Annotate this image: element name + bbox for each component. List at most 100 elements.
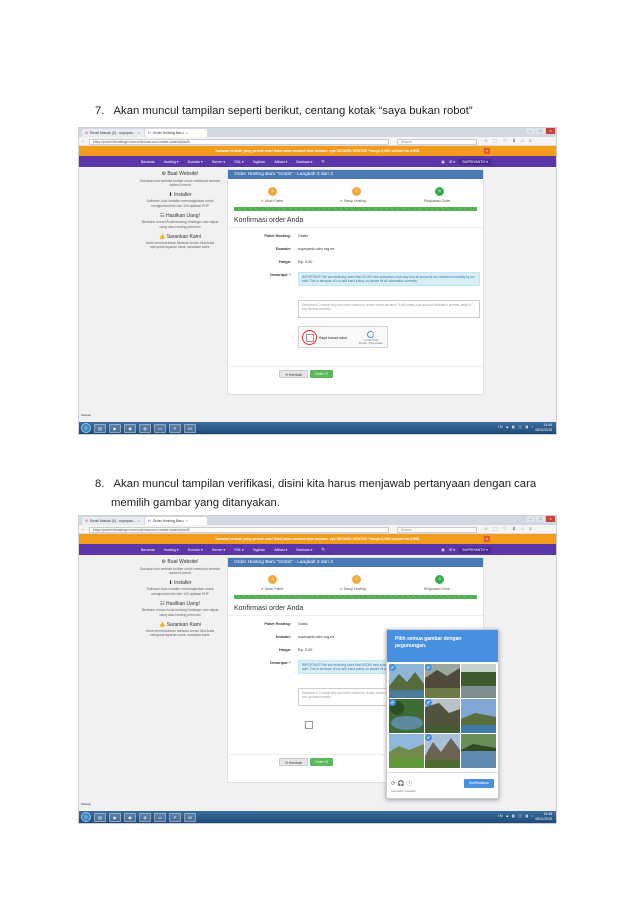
word-icon[interactable]: W	[184, 423, 196, 433]
sidebar-block-earn[interactable]: ☷ Hasilkan Uang! Berikahu teman Anda tent…	[139, 601, 221, 617]
sidebar-block-installer[interactable]: ⬇ Installer Software Auto Installer memun…	[139, 580, 221, 596]
recaptcha-terms[interactable]: Privasi - Persyaratan	[359, 342, 383, 345]
challenge-tile-3[interactable]	[461, 664, 496, 698]
nav-item-bantuan[interactable]: Bantuan ▾	[296, 160, 312, 164]
browser-tab-email[interactable]: ✉ Email Masuk (0) - supriyan... ×	[82, 129, 144, 137]
report-problem-link[interactable]: Laporkan masalah	[391, 789, 416, 793]
account-menu[interactable]: SUPRIYANTO ▾	[459, 546, 491, 553]
maximize-button[interactable]: □	[536, 516, 545, 522]
challenge-tile-4[interactable]: ✔	[389, 699, 424, 733]
challenge-tile-1[interactable]: ✔	[389, 664, 424, 698]
sidebar-block-earn[interactable]: ☷ Hasilkan Uang! Berikahu teman Anda tent…	[139, 213, 221, 229]
close-icon[interactable]: ×	[138, 131, 140, 135]
back-button[interactable]: ⟲ Kembali	[279, 370, 308, 378]
reload-icon[interactable]: ⟳	[391, 781, 398, 787]
back-arrow-icon[interactable]: ←	[81, 138, 86, 144]
close-icon[interactable]: ×	[186, 519, 188, 523]
toolbar-icons[interactable]: ☆ ⬚ ♡ ⬇ ⌂ ≡	[484, 526, 534, 532]
description-textarea[interactable]: Describe in 2 words why you have chosen …	[298, 300, 480, 318]
powerpoint-icon[interactable]: P	[169, 423, 181, 433]
sidebar-block-recommend[interactable]: 👍 Sarankan Kami Kami membutuhkan bantuan …	[139, 622, 221, 638]
folder-icon[interactable]: ▭	[154, 812, 166, 822]
close-window-button[interactable]: ×	[546, 128, 555, 134]
chrome-icon[interactable]: ◉	[124, 423, 136, 433]
action-buttons: ⟲ Kembali Order ⊡	[279, 758, 334, 766]
recaptcha-checkbox[interactable]	[305, 721, 313, 729]
back-button[interactable]: ⟲ Kembali	[279, 758, 308, 766]
field-value: Rp. 0,00	[298, 260, 313, 264]
clock-date: 08/11/2015	[535, 427, 552, 432]
sidebar-block-installer[interactable]: ⬇ Installer Software Auto Installer memun…	[139, 192, 221, 208]
nav-item-tagihan[interactable]: Tagihan	[253, 548, 266, 552]
browser-urlbar: ← https://panel.idhostinger.com/order/ac…	[79, 137, 556, 146]
nav-item-ssl[interactable]: SSL ▾	[234, 160, 243, 164]
nav-item-domain[interactable]: Domain ▾	[188, 160, 203, 164]
nav-item-server[interactable]: Server ▾	[212, 548, 225, 552]
browser-tab-order[interactable]: H Order Hosting Baru ×	[145, 129, 207, 137]
folder-icon[interactable]: ▭	[154, 423, 166, 433]
nav-item-beranda[interactable]: Beranda	[141, 160, 155, 164]
nav-item-beranda[interactable]: Beranda	[141, 548, 155, 552]
close-window-button[interactable]: ×	[546, 516, 555, 522]
explorer-icon[interactable]: ▤	[94, 812, 106, 822]
nav-item-hosting[interactable]: Hosting ▾	[164, 548, 179, 552]
start-orb-icon[interactable]	[81, 812, 91, 822]
sidebar-title: ☷ Hasilkan Uang!	[160, 600, 200, 607]
step-label-2: ✔ Setup Hosting	[340, 587, 366, 591]
cart-icon[interactable]: ▣	[441, 548, 444, 552]
search-icon[interactable]: 🔍	[322, 548, 326, 552]
challenge-tile-6[interactable]	[461, 699, 496, 733]
order-button[interactable]: Order ⊡	[310, 370, 334, 378]
sidebar-text: Kami membutuhkan bantuan Anda! Jika Anda…	[145, 241, 215, 250]
sidebar-block-website[interactable]: ⚙ Buat Website! Gunakan tool website buil…	[139, 559, 221, 575]
challenge-tile-9[interactable]	[461, 734, 496, 768]
chrome-icon[interactable]: ◉	[124, 812, 136, 822]
challenge-tile-7[interactable]	[389, 734, 424, 768]
nav-item-server[interactable]: Server ▾	[212, 160, 225, 164]
minimize-button[interactable]: –	[526, 516, 535, 522]
search-icon[interactable]: 🔍	[322, 160, 326, 164]
nav-item-ssl[interactable]: SSL ▾	[234, 548, 243, 552]
maximize-button[interactable]: □	[536, 128, 545, 134]
nav-item-hosting[interactable]: Hosting ▾	[164, 160, 179, 164]
nav-item-bantuan[interactable]: Bantuan ▾	[296, 548, 312, 552]
cart-icon[interactable]: ▣	[441, 160, 444, 164]
search-input[interactable]: Search	[397, 138, 477, 145]
address-input[interactable]: https://panel.idhostinger.com/order/acco…	[89, 138, 389, 145]
close-icon[interactable]: ×	[484, 536, 490, 542]
explorer-icon[interactable]: ▤	[94, 423, 106, 433]
nav-item-afiliasi[interactable]: Afiliasi ▾	[274, 548, 287, 552]
close-icon[interactable]: ×	[484, 148, 490, 154]
media-icon[interactable]: ▶	[109, 423, 121, 433]
language-select[interactable]: ID ▾	[449, 548, 455, 552]
account-menu[interactable]: SUPRIYANTO ▾	[459, 158, 491, 165]
info-icon[interactable]: ⓘ	[406, 781, 414, 787]
language-select[interactable]: ID ▾	[449, 160, 455, 164]
media-icon[interactable]: ▶	[109, 812, 121, 822]
browser-tab-email[interactable]: ✉ Email Masuk (0) - supriyan... ×	[82, 517, 144, 525]
close-icon[interactable]: ×	[138, 519, 140, 523]
sidebar-block-recommend[interactable]: 👍 Sarankan Kami Kami membutuhkan bantuan …	[139, 234, 221, 250]
verify-button[interactable]: Verifikasikan	[464, 779, 494, 788]
order-button[interactable]: Order ⊡	[310, 758, 334, 766]
browser-tab-order[interactable]: H Order Hosting Baru ×	[145, 517, 207, 525]
minimize-button[interactable]: –	[526, 128, 535, 134]
challenge-tile-5[interactable]: ✔	[425, 699, 460, 733]
window-controls: – □ ×	[526, 128, 555, 134]
nav-item-afiliasi[interactable]: Afiliasi ▾	[274, 160, 287, 164]
toolbar-icons[interactable]: ☆ ⬚ ♡ ⬇ ⌂ ≡	[484, 138, 534, 144]
challenge-tile-2[interactable]: ✔	[425, 664, 460, 698]
search-input[interactable]: Search	[397, 526, 477, 533]
challenge-tile-8[interactable]: ✔	[425, 734, 460, 768]
close-icon[interactable]: ×	[186, 131, 188, 135]
word-icon[interactable]: W	[184, 812, 196, 822]
firefox-icon[interactable]: ◍	[139, 812, 151, 822]
nav-item-tagihan[interactable]: Tagihan	[253, 160, 266, 164]
sidebar-block-website[interactable]: ⚙ Buat Website! Gunakan tool website buil…	[139, 171, 221, 187]
firefox-icon[interactable]: ◍	[139, 423, 151, 433]
powerpoint-icon[interactable]: P	[169, 812, 181, 822]
back-arrow-icon[interactable]: ←	[81, 526, 86, 532]
start-orb-icon[interactable]	[81, 423, 91, 433]
address-input[interactable]: https://panel.idhostinger.com/order/acco…	[89, 526, 389, 533]
nav-item-domain[interactable]: Domain ▾	[188, 548, 203, 552]
